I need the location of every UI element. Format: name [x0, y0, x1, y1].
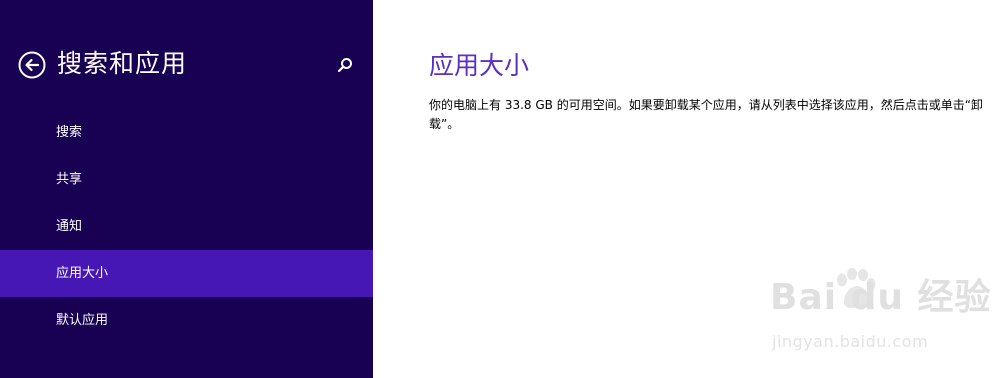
sidebar: 搜索和应用 搜索 共享 通知 应用大小 默认应用 [0, 0, 373, 378]
sidebar-title: 搜索和应用 [57, 49, 188, 78]
search-icon [337, 58, 352, 73]
settings-window: 搜索和应用 搜索 共享 通知 应用大小 默认应用 应用大小 你的电脑上有 33.… [0, 0, 1000, 378]
sidebar-item-notifications[interactable]: 通知 [0, 203, 373, 250]
sidebar-item-share[interactable]: 共享 [0, 156, 373, 203]
sidebar-item-label: 通知 [56, 219, 83, 234]
sidebar-item-label: 默认应用 [56, 313, 109, 328]
main-content: 应用大小 你的电脑上有 33.8 GB 的可用空间。如果要卸载某个应用，请从列表… [373, 0, 1000, 378]
search-button[interactable] [336, 56, 354, 74]
sidebar-item-label: 共享 [56, 172, 83, 187]
sidebar-item-default-apps[interactable]: 默认应用 [0, 297, 373, 344]
sidebar-item-label: 搜索 [56, 125, 83, 140]
sidebar-item-app-sizes[interactable]: 应用大小 [0, 250, 373, 297]
back-button[interactable] [18, 51, 46, 79]
sidebar-item-search[interactable]: 搜索 [0, 109, 373, 156]
sidebar-nav: 搜索 共享 通知 应用大小 默认应用 [0, 109, 373, 344]
storage-description: 你的电脑上有 33.8 GB 的可用空间。如果要卸载某个应用，请从列表中选择该应… [429, 98, 983, 131]
page-title: 应用大小 [429, 51, 530, 80]
sidebar-item-label: 应用大小 [56, 266, 109, 281]
back-arrow-circle-icon [18, 51, 46, 79]
